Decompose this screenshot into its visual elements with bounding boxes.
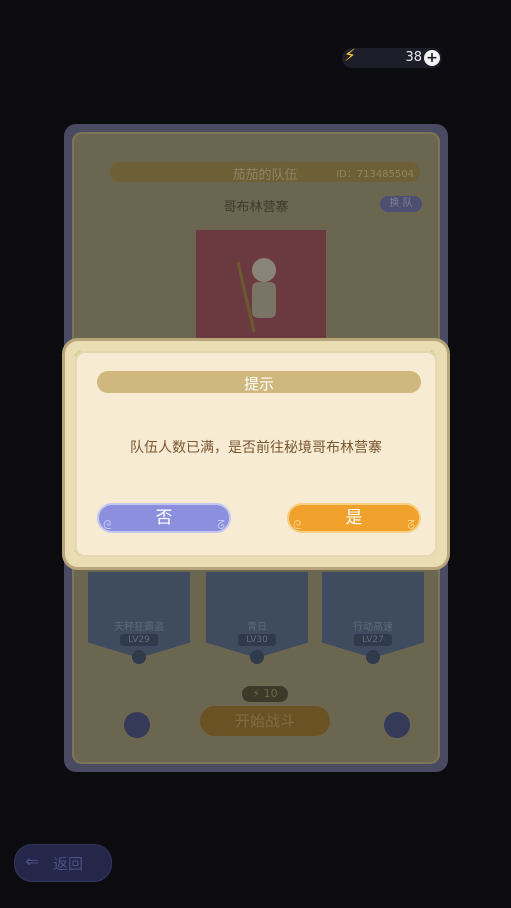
robot-icon[interactable] — [124, 712, 150, 738]
curl-ornament-icon: ᘔ — [217, 518, 225, 532]
dialog-body: 提示 队伍人数已满，是否前往秘境哥布林营寨 ᘓ 否 ᘔ ᘓ 是 ᘔ — [75, 351, 437, 557]
member-name: 天秤狂霸盗 — [114, 622, 164, 633]
leader-character — [236, 258, 276, 333]
class-icon — [250, 650, 264, 664]
lightning-icon: ⚡ — [344, 46, 356, 66]
back-button[interactable]: ⇐ 返回 — [14, 844, 112, 882]
curl-ornament-icon: ᘓ — [103, 518, 112, 532]
dialog-title-bar: 提示 — [97, 371, 421, 393]
team-id: ID：713485504 — [336, 169, 414, 180]
battle-cost: ⚡ 10 — [242, 686, 288, 702]
back-label: 返回 — [53, 855, 84, 873]
member-level: LV30 — [238, 634, 276, 646]
curl-ornament-icon: ᘔ — [407, 518, 415, 532]
battle-cost-value: 10 — [263, 687, 278, 700]
curl-ornament-icon: ᘓ — [293, 518, 302, 532]
send-icon[interactable] — [384, 712, 410, 738]
add-energy-button[interactable]: + — [424, 50, 440, 66]
class-icon — [132, 650, 146, 664]
member-slot-2[interactable]: 青日 LV30 — [206, 572, 308, 658]
no-button[interactable]: ᘓ 否 ᘔ — [97, 503, 231, 533]
team-name-bar: 茄茄的队伍 ID：713485504 — [110, 162, 420, 183]
energy-value: 38 — [405, 50, 422, 65]
member-slot-1[interactable]: 天秤狂霸盗 LV29 — [88, 572, 190, 658]
member-slot-3[interactable]: 行动高速 LV27 — [322, 572, 424, 658]
swap-team-button[interactable]: 换 队 — [380, 196, 422, 212]
member-level: LV29 — [120, 634, 158, 646]
member-level: LV27 — [354, 634, 392, 646]
back-arrow-icon: ⇐ — [25, 852, 40, 872]
dialog-message: 队伍人数已满，是否前往秘境哥布林营寨 — [130, 440, 382, 456]
no-button-label: 否 — [155, 508, 173, 528]
dialog-title: 提示 — [243, 375, 274, 393]
start-battle-button[interactable]: 开始战斗 — [200, 706, 330, 736]
energy-bar: ⚡ 38 + — [342, 46, 442, 68]
yes-button-label: 是 — [345, 508, 363, 528]
member-name: 行动高速 — [353, 622, 393, 633]
confirm-dialog: ❖ ❖ ❖ ❖ 提示 队伍人数已满，是否前往秘境哥布林营寨 ᘓ 否 ᘔ ᘓ 是 … — [62, 338, 450, 570]
class-icon — [366, 650, 380, 664]
member-name: 青日 — [247, 622, 267, 633]
yes-button[interactable]: ᘓ 是 ᘔ — [287, 503, 421, 533]
